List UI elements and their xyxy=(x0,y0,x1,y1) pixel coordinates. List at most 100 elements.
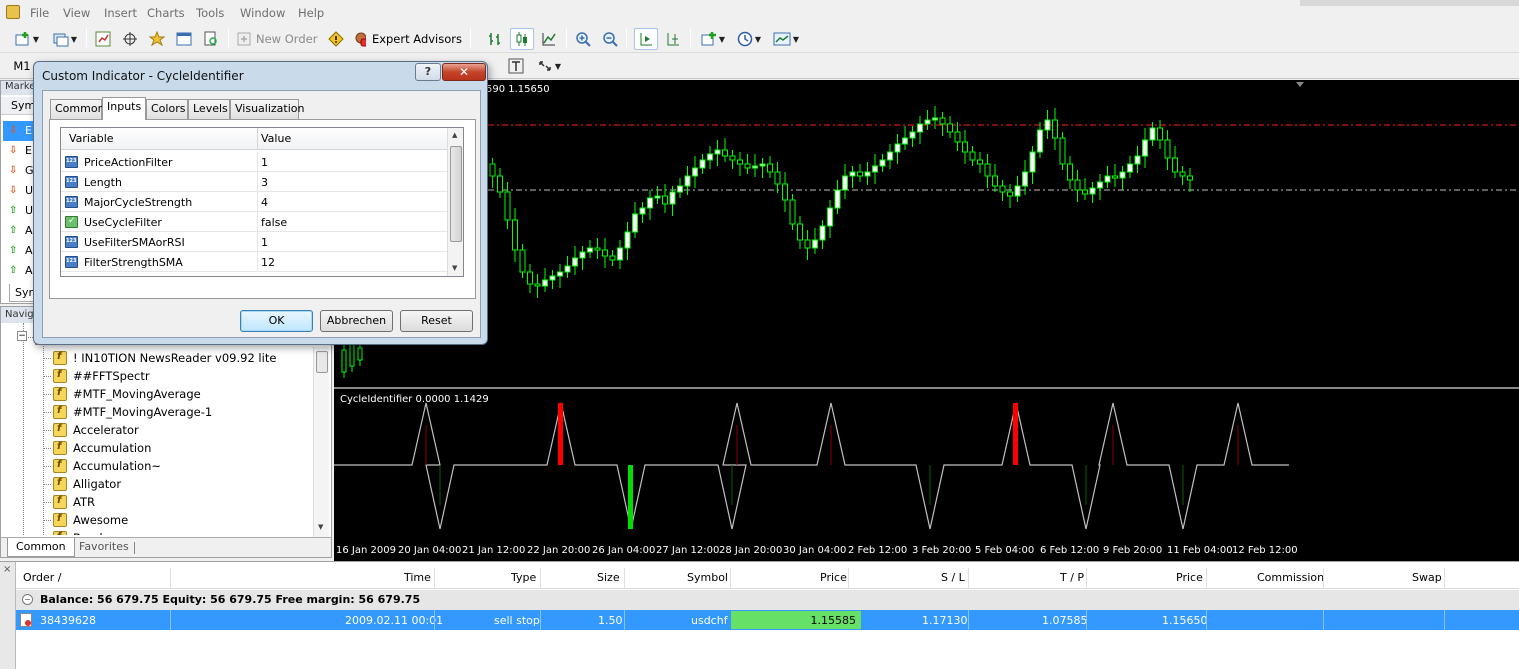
col-price[interactable]: Price xyxy=(820,571,847,584)
input-row[interactable]: FilterStrengthSMA 12 xyxy=(61,252,447,272)
inputs-grid-scroll-thumb[interactable] xyxy=(450,146,462,242)
col-time[interactable]: Time xyxy=(404,571,431,584)
cancel-button[interactable]: Abbrechen xyxy=(320,310,393,332)
market-watch-row[interactable]: ⇧ A xyxy=(3,221,33,241)
market-watch-row[interactable]: ⇧ U xyxy=(3,201,33,221)
tab-visualization[interactable]: Visualization xyxy=(230,99,304,119)
input-value-field[interactable]: 12 xyxy=(261,256,275,269)
order-row[interactable]: 38439628 2009.02.11 00:01 sell stop 1.50… xyxy=(16,610,1519,630)
navigator-indicator-item[interactable]: ##FFTSpectr xyxy=(53,367,150,385)
app-icon[interactable] xyxy=(6,5,20,19)
navigator-indicator-item[interactable]: ATR xyxy=(53,493,95,511)
menu-file[interactable]: File xyxy=(30,6,49,20)
variable-column-header[interactable]: Variable xyxy=(69,132,114,145)
input-row[interactable]: PriceActionFilter 1 xyxy=(61,152,447,172)
dialog-close-button[interactable]: ✕ xyxy=(442,63,486,81)
navigator-button[interactable] xyxy=(146,28,168,50)
bar-chart-button[interactable] xyxy=(484,28,506,50)
market-watch-row[interactable]: ⇩ U xyxy=(3,181,33,201)
input-value-field[interactable]: false xyxy=(261,216,287,229)
order-price-cell[interactable]: 1.15585 xyxy=(731,611,861,629)
input-row[interactable]: UseFilterSMAorRSI 1 xyxy=(61,232,447,252)
periods-button[interactable]: ▼ xyxy=(734,28,764,50)
signals-button[interactable] xyxy=(326,28,346,50)
text-label-button[interactable] xyxy=(506,55,526,77)
navigator-indicator-item[interactable]: Accelerator xyxy=(53,421,139,439)
col-order[interactable]: Order / xyxy=(23,571,61,584)
input-value-field[interactable]: 1 xyxy=(261,156,268,169)
tab-common[interactable]: Common xyxy=(7,538,75,557)
dialog-help-button[interactable]: ? xyxy=(415,63,441,81)
new-chart-button[interactable]: ▼ xyxy=(10,28,44,50)
market-watch-button[interactable] xyxy=(92,28,114,50)
candlestick-button[interactable] xyxy=(510,28,534,50)
col-symbol[interactable]: Symbol xyxy=(687,571,728,584)
market-watch-row[interactable]: ⇧ A xyxy=(3,261,33,281)
navigator-indicator-item[interactable]: Alligator xyxy=(53,475,121,493)
strategy-tester-button[interactable] xyxy=(200,28,222,50)
zoom-in-button[interactable] xyxy=(572,28,594,50)
navigator-indicator-item[interactable]: ! IN10TION NewsReader v09.92 lite xyxy=(53,349,276,367)
reset-button[interactable]: Reset xyxy=(400,310,473,332)
line-chart-button[interactable] xyxy=(538,28,560,50)
input-value-field[interactable]: 4 xyxy=(261,196,268,209)
menu-help[interactable]: Help xyxy=(298,6,324,20)
scroll-up-arrow-icon[interactable]: ▲ xyxy=(452,131,457,139)
input-row[interactable]: Length 3 xyxy=(61,172,447,192)
tab-common[interactable]: Common xyxy=(50,99,105,119)
price-chart[interactable]: 590 1.15650 xyxy=(334,80,1519,387)
value-column-header[interactable]: Value xyxy=(261,132,291,145)
auto-scroll-button[interactable] xyxy=(634,28,658,50)
col-sl[interactable]: S / L xyxy=(941,571,965,584)
data-window-button[interactable] xyxy=(119,28,141,50)
terminal-button[interactable] xyxy=(173,28,195,50)
navigator-indicator-item[interactable]: #MTF_MovingAverage xyxy=(53,385,201,403)
navigator-indicator-item[interactable]: Bands xyxy=(53,529,109,535)
tree-collapse-toggle[interactable]: − xyxy=(17,331,27,341)
input-row[interactable]: MajorCycleStrength 4 xyxy=(61,192,447,212)
col-price-current[interactable]: Price xyxy=(1176,571,1203,584)
zoom-out-button[interactable] xyxy=(599,28,621,50)
expert-advisors-button[interactable]: Expert Advisors xyxy=(352,28,462,50)
col-swap[interactable]: Swap xyxy=(1412,571,1442,584)
menu-window[interactable]: Window xyxy=(240,6,285,20)
col-type[interactable]: Type xyxy=(511,571,536,584)
col-tp[interactable]: T / P xyxy=(1060,571,1084,584)
tab-levels[interactable]: Levels xyxy=(188,99,230,119)
navigator-indicator-item[interactable]: Accumulation~ xyxy=(53,457,161,475)
market-watch-row[interactable]: ⇩ G xyxy=(3,161,34,181)
tab-favorites[interactable]: Favorites xyxy=(71,538,137,557)
menu-tools[interactable]: Tools xyxy=(196,6,224,20)
templates-button[interactable]: ▼ xyxy=(768,28,804,50)
arrows-button[interactable]: ▼ xyxy=(534,55,564,77)
menu-insert[interactable]: Insert xyxy=(104,6,137,20)
menu-charts[interactable]: Charts xyxy=(147,6,185,20)
menu-view[interactable]: View xyxy=(63,6,90,20)
navigator-scroll-thumb[interactable] xyxy=(316,351,328,373)
chart-shift-button[interactable] xyxy=(662,28,684,50)
new-order-button[interactable]: New Order xyxy=(236,28,322,50)
tab-inputs[interactable]: Inputs xyxy=(102,97,146,120)
inputs-grid-scrollbar[interactable]: ▲ ▼ xyxy=(447,128,463,276)
ok-button[interactable]: OK xyxy=(240,310,313,332)
col-commission[interactable]: Commission xyxy=(1257,571,1324,584)
cycle-identifier-window[interactable]: CycleIdentifier 0.0000 1.1429 xyxy=(334,389,1519,541)
navigator-scrollbar[interactable]: ▼ xyxy=(313,347,329,537)
navigator-indicator-item[interactable]: #MTF_MovingAverage-1 xyxy=(53,403,212,421)
terminal-close-icon[interactable]: × xyxy=(3,564,11,575)
input-value-field[interactable]: 1 xyxy=(261,236,268,249)
navigator-indicator-item[interactable]: Awesome xyxy=(53,511,128,529)
timeframe-m1-button[interactable]: M1 xyxy=(10,55,34,77)
profiles-button[interactable]: ▼ xyxy=(48,28,82,50)
scroll-down-arrow-icon[interactable]: ▼ xyxy=(318,523,323,531)
col-size[interactable]: Size xyxy=(597,571,620,584)
market-watch-row[interactable]: ⇩ E xyxy=(3,141,33,161)
market-watch-row[interactable]: ⇩ E xyxy=(3,121,33,141)
scroll-down-arrow-icon[interactable]: ▼ xyxy=(452,264,457,272)
input-value-field[interactable]: 3 xyxy=(261,176,268,189)
navigator-indicator-item[interactable]: Accumulation xyxy=(53,439,151,457)
tab-colors[interactable]: Colors xyxy=(146,99,188,119)
market-watch-row[interactable]: ⇧ A xyxy=(3,241,33,261)
input-row[interactable]: UseCycleFilter false xyxy=(61,212,447,232)
chart-shift-marker-icon[interactable] xyxy=(1296,82,1304,87)
